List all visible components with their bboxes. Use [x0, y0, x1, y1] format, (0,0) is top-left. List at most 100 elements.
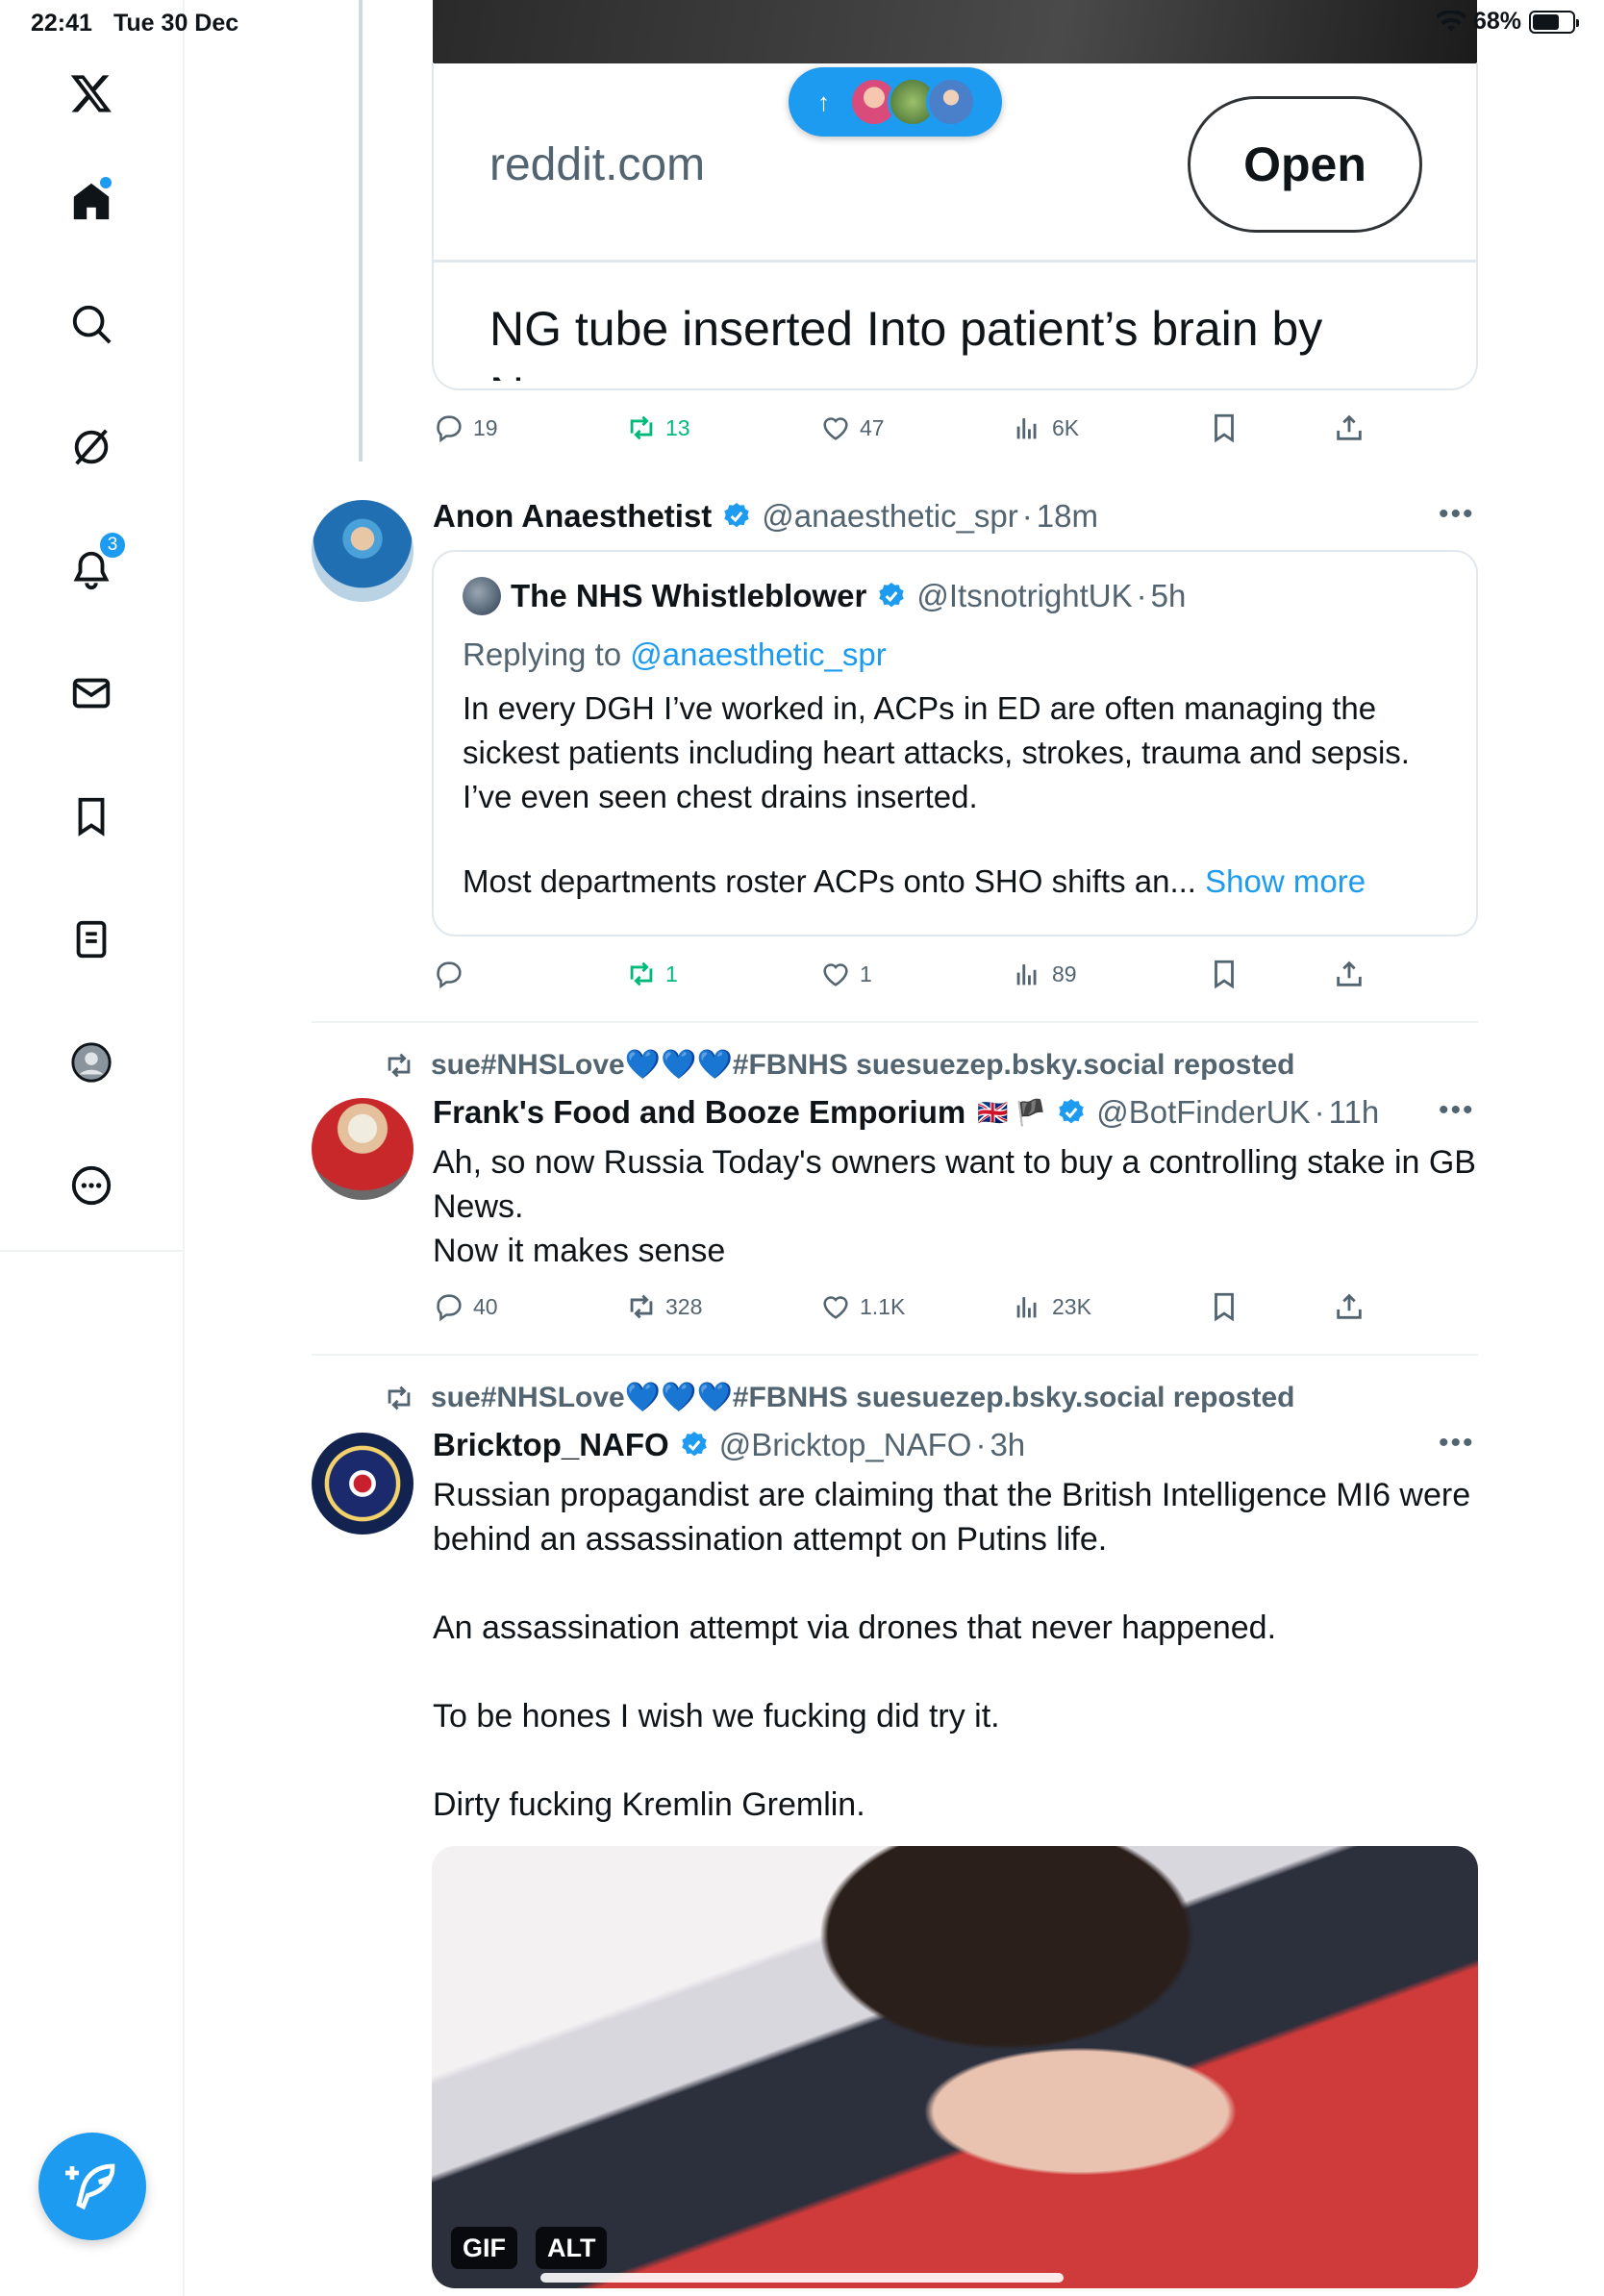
more-icon[interactable] — [60, 1154, 123, 1217]
like-count: 47 — [860, 414, 885, 440]
show-more-link[interactable]: Show more — [1205, 863, 1366, 899]
tweet-text: Russian propagandist are claiming that t… — [433, 1477, 1471, 1823]
reply-button[interactable]: 19 — [433, 404, 498, 452]
bookmark-button[interactable] — [1208, 1283, 1241, 1331]
reply-button[interactable] — [433, 950, 473, 998]
reply-icon — [437, 1294, 462, 1322]
author-name[interactable]: Anon Anaesthetist — [433, 498, 712, 535]
reply-count: 19 — [473, 414, 498, 440]
bookmark-button[interactable] — [1208, 404, 1241, 452]
grok-icon[interactable] — [60, 415, 123, 479]
repost-button[interactable]: 13 — [625, 404, 690, 452]
author-handle[interactable]: @BotFinderUK — [1096, 1094, 1310, 1131]
replying-to-handle[interactable]: @anaesthetic_spr — [630, 636, 886, 672]
repost-count: 13 — [665, 414, 690, 440]
action-bar: 1 1 89 — [433, 950, 1394, 998]
avatar — [463, 577, 501, 615]
dot-separator: · — [975, 1427, 987, 1462]
repost-icon — [630, 1294, 653, 1319]
repost-icon — [630, 415, 653, 440]
bookmark-button[interactable] — [1208, 950, 1241, 998]
views-count: 6K — [1052, 414, 1080, 440]
home-unread-dot — [100, 177, 112, 188]
author-name[interactable]: Frank's Food and Booze Emporium — [433, 1094, 965, 1131]
profile-icon[interactable] — [60, 1031, 123, 1094]
sidebar: 3 — [0, 0, 185, 2296]
tweet-time[interactable]: 11h — [1329, 1094, 1380, 1131]
tweet-time[interactable]: 18m — [1037, 498, 1098, 535]
views-button[interactable]: 6K — [1012, 404, 1079, 452]
avatar[interactable] — [312, 500, 414, 602]
heart-icon — [823, 963, 848, 986]
quote-text-more: Most departments roster ACPs onto SHO sh… — [463, 863, 1196, 899]
tweet-header: Anon Anaesthetist @anaesthetic_spr · 18m — [433, 498, 1098, 535]
new-posts-pill[interactable]: ↑ — [789, 67, 1002, 137]
quote-text: In every DGH I’ve worked in, ACPs in ED … — [463, 690, 1410, 814]
alt-badge[interactable]: ALT — [536, 2227, 608, 2269]
share-icon — [1337, 414, 1362, 440]
share-button[interactable] — [1333, 1283, 1366, 1331]
author-handle[interactable]: @Bricktop_NAFO — [719, 1427, 972, 1463]
quote-author-name: The NHS Whistleblower — [511, 578, 867, 613]
quote-text-continued: Most departments roster ACPs onto SHO sh… — [463, 863, 1366, 900]
views-icon — [1016, 1297, 1037, 1318]
verified-icon — [1059, 1099, 1084, 1124]
status-time: 22:41 — [31, 10, 92, 37]
heart-icon — [823, 417, 848, 440]
battery-icon — [1529, 10, 1579, 34]
share-button[interactable] — [1333, 404, 1366, 452]
replying-to-prefix: Replying to — [463, 636, 631, 672]
bookmarks-icon[interactable] — [60, 785, 123, 848]
home-indicator[interactable] — [540, 2273, 1064, 2283]
repost-icon — [630, 961, 653, 986]
more-options-icon[interactable]: ••• — [1439, 1429, 1477, 1458]
share-button[interactable] — [1333, 950, 1366, 998]
share-icon — [1337, 961, 1362, 986]
like-button[interactable]: 1 — [819, 950, 872, 998]
views-button[interactable]: 89 — [1012, 950, 1077, 998]
author-name[interactable]: Bricktop_NAFO — [433, 1427, 669, 1463]
views-icon — [1016, 418, 1037, 439]
avatar[interactable] — [312, 1433, 414, 1535]
reply-icon — [437, 961, 462, 989]
x-logo-icon[interactable] — [60, 62, 123, 125]
repost-button[interactable]: 328 — [625, 1283, 702, 1331]
notifications-icon[interactable]: 3 — [60, 531, 127, 602]
more-options-icon[interactable]: ••• — [1439, 1096, 1477, 1125]
compose-button[interactable] — [38, 2133, 146, 2240]
quote-tweet[interactable]: The NHS Whistleblower @ItsnotrightUK · 5… — [432, 550, 1478, 936]
arrow-up-icon: ↑ — [817, 87, 830, 116]
quote-time: 5h — [1150, 578, 1187, 613]
repost-icon — [388, 1053, 411, 1077]
tweet-media-gif[interactable]: GIF ALT — [432, 1846, 1478, 2288]
thread-line — [359, 0, 363, 462]
like-button[interactable]: 47 — [819, 404, 885, 452]
tweet-header: Frank's Food and Booze Emporium 🇬🇧 🏴 @Bo… — [433, 1094, 1379, 1131]
battery-percent: 68% — [1472, 8, 1521, 35]
avatar — [926, 77, 976, 127]
search-icon[interactable] — [60, 292, 123, 356]
link-card-headline[interactable]: NG tube inserted Into patient’s brain by… — [489, 296, 1451, 381]
tweet-text: Ah, so now Russia Today's owners want to… — [433, 1144, 1476, 1269]
tweet-divider — [312, 1354, 1478, 1356]
repost-icon — [388, 1385, 411, 1410]
lists-icon[interactable] — [60, 908, 123, 971]
like-button[interactable]: 1.1K — [819, 1283, 905, 1331]
home-icon[interactable] — [60, 169, 123, 233]
messages-icon[interactable] — [60, 661, 123, 725]
reply-button[interactable]: 40 — [433, 1283, 498, 1331]
avatar[interactable] — [312, 1098, 414, 1200]
repost-button[interactable]: 1 — [625, 950, 678, 998]
reposted-by[interactable]: sue#NHSLove💙💙💙#FBNHS suesuezep.bsky.soci… — [383, 1048, 1294, 1082]
heart-icon — [823, 1296, 848, 1319]
bookmark-icon — [1215, 1292, 1234, 1322]
open-button[interactable]: Open — [1188, 96, 1422, 233]
views-button[interactable]: 23K — [1012, 1283, 1091, 1331]
tweet-time[interactable]: 3h — [990, 1427, 1025, 1463]
author-handle[interactable]: @anaesthetic_spr — [762, 498, 1017, 535]
reposted-by-label: sue#NHSLove💙💙💙#FBNHS suesuezep.bsky.soci… — [431, 1049, 1295, 1081]
reposted-by[interactable]: sue#NHSLove💙💙💙#FBNHS suesuezep.bsky.soci… — [383, 1381, 1294, 1414]
link-card-domain: reddit.com — [489, 139, 706, 190]
views-count: 89 — [1052, 961, 1077, 986]
more-options-icon[interactable]: ••• — [1439, 500, 1477, 529]
